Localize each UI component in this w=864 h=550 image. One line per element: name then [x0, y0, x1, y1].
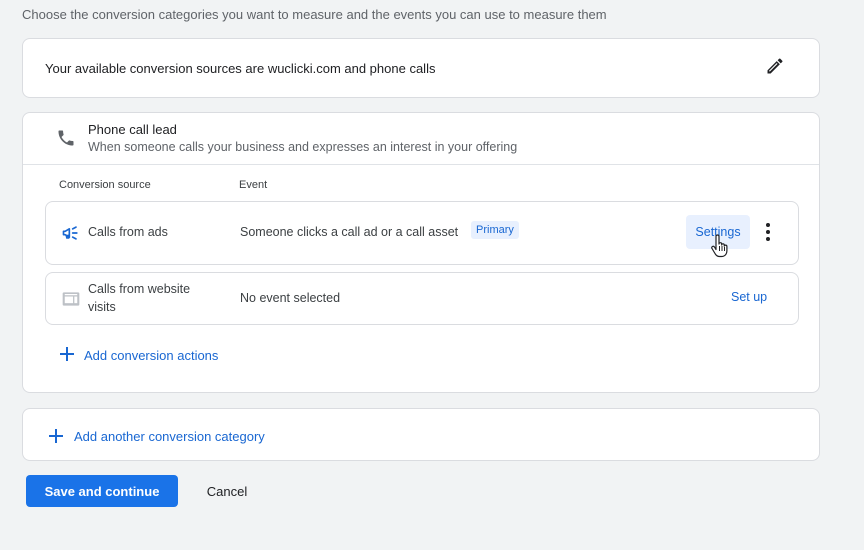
more-vert-icon[interactable]: [760, 221, 776, 243]
phone-call-lead-category: Phone call lead When someone calls your …: [22, 112, 820, 393]
web-icon: [62, 292, 80, 306]
add-category-card: Add another conversion category: [22, 408, 820, 461]
hand-cursor-icon: [711, 234, 728, 258]
row-event-label: Someone clicks a call ad or a call asset: [240, 225, 459, 239]
conversion-row-calls-from-ads: Calls from ads Someone clicks a call ad …: [45, 201, 799, 265]
set-up-link[interactable]: Set up: [731, 290, 767, 304]
page-subtitle: Choose the conversion categories you wan…: [22, 7, 607, 22]
column-header-conversion-source: Conversion source: [59, 179, 151, 191]
save-and-continue-button[interactable]: Save and continue: [26, 475, 178, 507]
cancel-button[interactable]: Cancel: [188, 475, 266, 507]
pencil-icon[interactable]: [765, 56, 785, 76]
megaphone-icon: [62, 226, 78, 240]
add-conversion-actions-label: Add conversion actions: [84, 348, 219, 363]
conversion-sources-card: Your available conversion sources are wu…: [22, 38, 820, 98]
plus-icon: [60, 347, 74, 361]
column-header-event: Event: [239, 179, 268, 191]
row-source-label: Calls from website visits: [88, 282, 191, 314]
conversion-row-calls-from-website: Calls from website visits No event selec…: [45, 272, 799, 325]
category-title: Phone call lead: [88, 122, 177, 137]
add-another-category-label: Add another conversion category: [74, 429, 265, 444]
category-header: Phone call lead When someone calls your …: [23, 113, 819, 165]
row-source-label: Calls from ads: [88, 225, 168, 239]
row-event-label: No event selected: [240, 291, 341, 305]
primary-badge: Primary: [471, 221, 519, 239]
plus-icon: [49, 429, 63, 443]
conversion-sources-text: Your available conversion sources are wu…: [45, 61, 436, 76]
phone-icon: [58, 130, 74, 146]
category-description: When someone calls your business and exp…: [88, 140, 518, 154]
